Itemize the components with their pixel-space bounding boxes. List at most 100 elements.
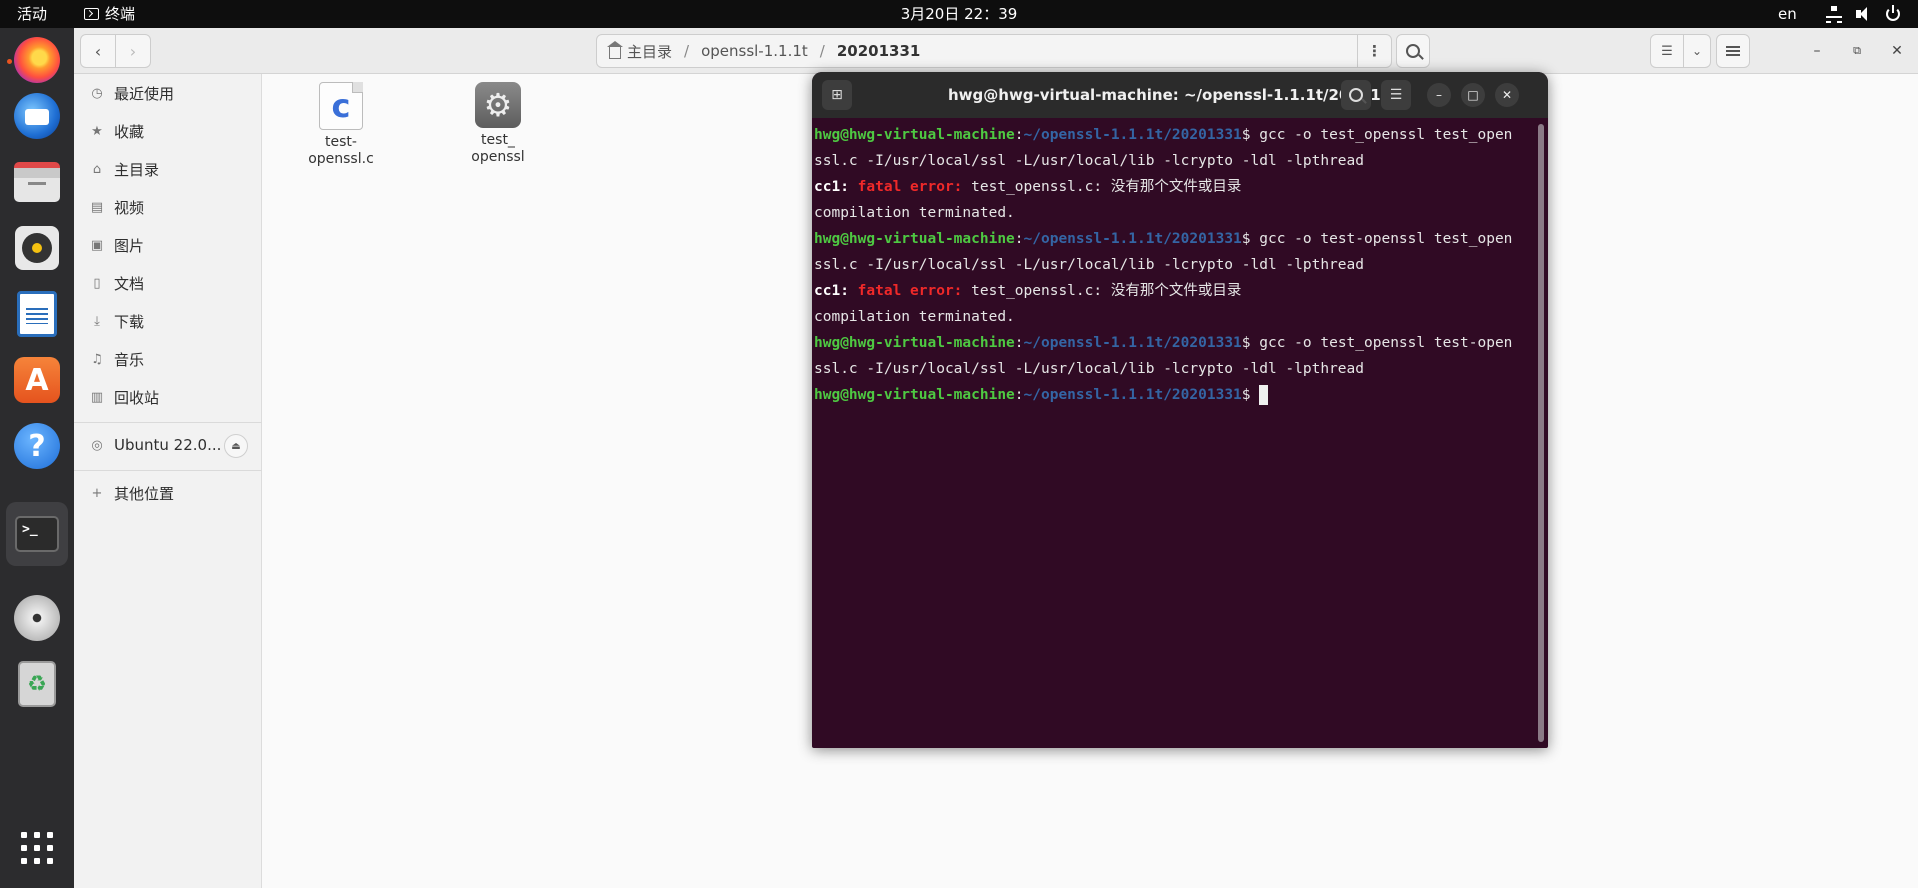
- new-tab-button[interactable]: ⊞: [822, 80, 852, 110]
- minimize-button[interactable]: –: [1806, 40, 1828, 62]
- dock-cd-drive[interactable]: [11, 592, 63, 644]
- files-icon: [14, 162, 60, 202]
- dock-app-store[interactable]: A: [11, 354, 63, 406]
- breadcrumb-home[interactable]: 主目录: [597, 41, 684, 62]
- breadcrumb-label: openssl-1.1.1t: [701, 42, 808, 60]
- terminal-minimize-button[interactable]: –: [1427, 83, 1451, 107]
- dock-help[interactable]: ?: [11, 420, 63, 472]
- prompt-path: ~/openssl-1.1.1t/20201331: [1023, 127, 1242, 143]
- activities-button[interactable]: 活动: [17, 0, 47, 28]
- prompt-colon: :: [1014, 387, 1024, 403]
- sidebar-item-videos[interactable]: ▤ 视频: [74, 188, 262, 226]
- cd-icon: [14, 595, 60, 641]
- output-text: ssl.c -I/usr/local/ssl -L/usr/local/lib …: [814, 153, 1364, 169]
- prompt-user: hwg@hwg-virtual-machine: [814, 231, 1015, 247]
- sidebar-item-trash[interactable]: ▥ 回收站: [74, 378, 262, 416]
- terminal-maximize-button[interactable]: □: [1461, 83, 1485, 107]
- top-bar: 活动 终端 3月20日 22：39 en: [0, 0, 1918, 28]
- error-label: fatal error:: [857, 179, 963, 195]
- trash-icon: ♻: [18, 661, 56, 707]
- sidebar-item-music[interactable]: ♫ 音乐: [74, 340, 262, 378]
- sidebar-item-home[interactable]: ⌂ 主目录: [74, 150, 262, 188]
- input-language[interactable]: en: [1778, 0, 1797, 28]
- prompt-dollar: $: [1241, 231, 1251, 247]
- chevron-left-icon: ‹: [94, 41, 102, 61]
- sidebar-item-label: 文档: [114, 274, 145, 293]
- maximize-button[interactable]: ⧉: [1846, 40, 1868, 62]
- error-source: cc1:: [814, 179, 849, 195]
- volume-icon[interactable]: [1856, 6, 1872, 22]
- show-apps-button[interactable]: [11, 822, 63, 874]
- search-icon: [1406, 44, 1420, 58]
- sidebar-divider: [74, 470, 262, 471]
- file-label: test- openssl.c: [308, 134, 374, 167]
- sidebar-item-pictures[interactable]: ▣ 图片: [74, 226, 262, 264]
- back-button[interactable]: ‹: [80, 34, 116, 68]
- file-test-openssl-c[interactable]: c test- openssl.c: [286, 82, 396, 168]
- sidebar-item-label: 图片: [114, 236, 145, 255]
- rhythmbox-icon: [15, 226, 59, 270]
- prompt-colon: :: [1014, 127, 1024, 143]
- forward-button[interactable]: ›: [115, 34, 151, 68]
- prompt-dollar: $: [1241, 127, 1251, 143]
- terminal-line: compilation terminated.: [814, 304, 1534, 330]
- terminal-scrollbar[interactable]: [1538, 124, 1544, 742]
- sidebar-item-downloads[interactable]: ⤓ 下载: [74, 302, 262, 340]
- terminal-line: ssl.c -I/usr/local/ssl -L/usr/local/lib …: [814, 148, 1534, 174]
- terminal-close-button[interactable]: ✕: [1495, 83, 1519, 107]
- sidebar-item-label: 下载: [114, 312, 145, 331]
- output-text: ssl.c -I/usr/local/ssl -L/usr/local/lib …: [814, 361, 1364, 377]
- main-menu-button[interactable]: [1716, 34, 1750, 68]
- chevron-down-icon: ⌄: [1691, 44, 1703, 58]
- dock-firefox[interactable]: [11, 34, 63, 86]
- sidebar-item-starred[interactable]: ★ 收藏: [74, 112, 262, 150]
- sidebar-item-recent[interactable]: ◷ 最近使用: [74, 74, 262, 112]
- clock[interactable]: 3月20日 22：39: [901, 5, 1018, 23]
- dock-writer[interactable]: [11, 288, 63, 340]
- dock: A ? >_ ♻: [0, 28, 74, 888]
- file-test-openssl-executable[interactable]: ⚙ test_ openssl: [443, 82, 553, 166]
- sidebar-item-label: 回收站: [114, 388, 160, 407]
- command-text: gcc -o test_openssl test_open: [1250, 127, 1513, 143]
- dock-rhythmbox[interactable]: [11, 222, 63, 274]
- dock-terminal[interactable]: >_: [6, 502, 68, 566]
- path-menu-button[interactable]: ⋮: [1357, 35, 1391, 67]
- terminal-line: hwg@hwg-virtual-machine:~/openssl-1.1.1t…: [814, 122, 1534, 148]
- breadcrumb-openssl[interactable]: openssl-1.1.1t: [689, 42, 820, 60]
- gear-icon: ⚙: [475, 82, 521, 128]
- prompt-path: ~/openssl-1.1.1t/20201331: [1023, 231, 1242, 247]
- image-icon: ▣: [90, 237, 104, 253]
- dock-files[interactable]: [11, 156, 63, 208]
- network-icon[interactable]: [1826, 6, 1842, 23]
- view-list-button[interactable]: ☰: [1650, 34, 1684, 68]
- prompt-path: ~/openssl-1.1.1t/20201331: [1023, 335, 1242, 351]
- sidebar-item-documents[interactable]: ▯ 文档: [74, 264, 262, 302]
- system-tray[interactable]: [1826, 0, 1900, 28]
- eject-button[interactable]: ⏏: [224, 434, 248, 458]
- show-apps-icon: [21, 832, 53, 864]
- trash-icon: ▥: [90, 389, 104, 405]
- prompt-user: hwg@hwg-virtual-machine: [814, 387, 1015, 403]
- terminal-search-button[interactable]: [1341, 80, 1371, 110]
- sidebar-item-label: 其他位置: [114, 484, 175, 503]
- breadcrumb-current[interactable]: 20201331: [825, 42, 933, 60]
- dock-thunderbird[interactable]: [11, 90, 63, 142]
- video-icon: ▤: [90, 199, 104, 215]
- prompt-user: hwg@hwg-virtual-machine: [814, 127, 1015, 143]
- sidebar-item-other-locations[interactable]: + 其他位置: [74, 474, 262, 512]
- sidebar-item-label: 视频: [114, 198, 145, 217]
- plus-icon: +: [91, 485, 103, 501]
- power-icon[interactable]: [1886, 5, 1900, 21]
- sidebar-divider: [74, 422, 262, 423]
- c-source-file-icon: c: [319, 82, 363, 130]
- terminal-output[interactable]: hwg@hwg-virtual-machine:~/openssl-1.1.1t…: [812, 118, 1536, 748]
- search-button[interactable]: [1396, 34, 1430, 68]
- terminal-menu-button[interactable]: ☰: [1381, 80, 1411, 110]
- close-button[interactable]: ✕: [1886, 40, 1908, 62]
- view-options-button[interactable]: ⌄: [1683, 34, 1711, 68]
- sidebar-item-ubuntu-drive[interactable]: ◎ Ubuntu 22.0... ⏏: [74, 426, 262, 464]
- dock-trash[interactable]: ♻: [11, 658, 63, 710]
- download-icon: ⤓: [94, 313, 100, 329]
- terminal-line: cc1: fatal error: test_openssl.c: 没有那个文件…: [814, 174, 1534, 200]
- app-menu[interactable]: 终端: [84, 0, 135, 28]
